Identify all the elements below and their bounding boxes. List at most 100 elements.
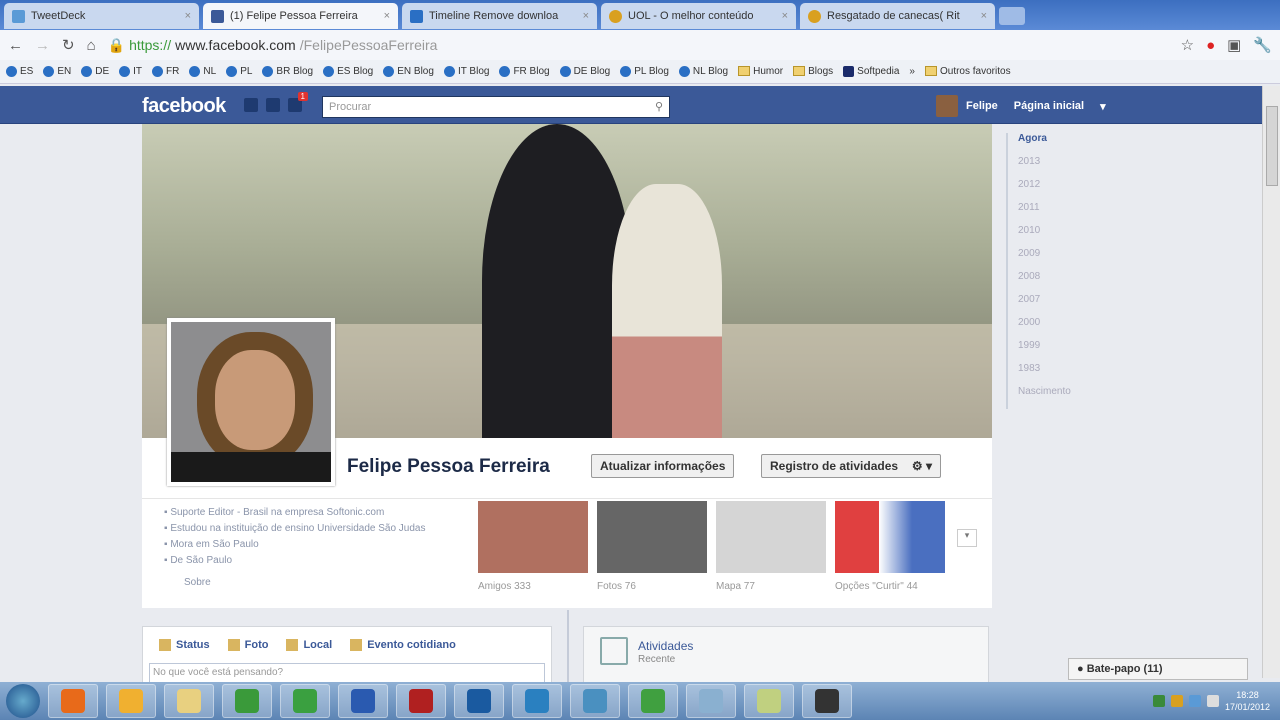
star-icon[interactable]: ☆: [1181, 36, 1194, 54]
bookmark-item[interactable]: FR: [152, 65, 179, 77]
status-input[interactable]: No que você está pensando?: [149, 663, 545, 684]
taskbar-app[interactable]: [396, 684, 446, 718]
composer-tab-place[interactable]: Local: [286, 639, 332, 651]
taskbar-app[interactable]: [512, 684, 562, 718]
bookmark-item[interactable]: EN: [43, 65, 71, 77]
taskbar-app[interactable]: [744, 684, 794, 718]
bookmarks-overflow[interactable]: »: [909, 66, 915, 77]
taskbar-app[interactable]: [338, 684, 388, 718]
home-link[interactable]: Página inicial: [1014, 100, 1084, 112]
composer-tab-photo[interactable]: Foto: [228, 639, 269, 651]
taskbar-app[interactable]: [106, 684, 156, 718]
chat-bar[interactable]: ● Bate-papo (11): [1068, 658, 1248, 680]
activity-log-button[interactable]: Registro de atividades ⚙ ▾: [761, 454, 942, 478]
bookmark-folder[interactable]: Humor: [738, 66, 783, 77]
messages-icon[interactable]: [266, 98, 280, 112]
timeline-year[interactable]: 2012: [1018, 179, 1071, 202]
likes-thumb[interactable]: [835, 501, 945, 573]
other-bookmarks[interactable]: Outros favoritos: [924, 66, 1011, 77]
bookmark-item[interactable]: ES Blog: [323, 65, 373, 77]
bookmark-item[interactable]: IT: [119, 65, 142, 77]
tab-uol[interactable]: UOL - O melhor conteúdo ×: [601, 3, 796, 29]
timeline-year[interactable]: 2007: [1018, 294, 1071, 317]
taskbar-app[interactable]: [222, 684, 272, 718]
taskbar-app[interactable]: [164, 684, 214, 718]
map-thumb[interactable]: [716, 501, 826, 573]
bookmark-item[interactable]: ES: [6, 65, 33, 77]
scrollbar-thumb[interactable]: [1266, 106, 1278, 186]
tab-timeline-remove[interactable]: Timeline Remove downloa ×: [402, 3, 597, 29]
close-tab-icon[interactable]: ×: [185, 10, 191, 22]
taskbar-app[interactable]: [686, 684, 736, 718]
extension-icon[interactable]: ▣: [1227, 36, 1241, 54]
close-tab-icon[interactable]: ×: [384, 10, 390, 22]
timeline-year[interactable]: 2009: [1018, 248, 1071, 271]
likes-label[interactable]: Opções "Curtir" 44: [835, 581, 918, 592]
account-menu-icon[interactable]: ▾: [1100, 100, 1106, 113]
tray-icon[interactable]: [1188, 695, 1201, 707]
timeline-year[interactable]: 1999: [1018, 340, 1071, 363]
profile-picture[interactable]: [167, 318, 335, 486]
friend-requests-icon[interactable]: [244, 98, 258, 112]
avatar[interactable]: [936, 95, 958, 117]
map-label[interactable]: Mapa 77: [716, 581, 755, 592]
friends-thumb[interactable]: [478, 501, 588, 573]
bookmark-item[interactable]: EN Blog: [383, 65, 434, 77]
taskbar-app[interactable]: [48, 684, 98, 718]
bookmark-item[interactable]: PL Blog: [620, 65, 669, 77]
timeline-year[interactable]: Nascimento: [1018, 386, 1071, 409]
tab-resgatado[interactable]: Resgatado de canecas( Rit ×: [800, 3, 995, 29]
tray-icon[interactable]: [1170, 695, 1183, 707]
timeline-year[interactable]: 2008: [1018, 271, 1071, 294]
friends-label[interactable]: Amigos 333: [478, 581, 531, 592]
timeline-year[interactable]: Agora: [1018, 133, 1071, 156]
taskbar-app[interactable]: [628, 684, 678, 718]
close-tab-icon[interactable]: ×: [782, 10, 788, 22]
close-tab-icon[interactable]: ×: [583, 10, 589, 22]
search-input[interactable]: Procurar ⚲: [322, 96, 670, 118]
bookmark-item[interactable]: DE: [81, 65, 109, 77]
photos-thumb[interactable]: [597, 501, 707, 573]
composer-tab-status[interactable]: Status: [159, 639, 210, 651]
bookmark-item[interactable]: FR Blog: [499, 65, 550, 77]
new-tab-button[interactable]: [999, 7, 1025, 25]
timeline-year[interactable]: 1983: [1018, 363, 1071, 386]
start-button[interactable]: [6, 684, 40, 718]
photos-label[interactable]: Fotos 76: [597, 581, 636, 592]
more-sections-button[interactable]: ▾: [957, 529, 977, 547]
wrench-icon[interactable]: 🔧: [1253, 36, 1272, 54]
bookmark-item[interactable]: DE Blog: [559, 65, 610, 77]
taskbar-app[interactable]: [570, 684, 620, 718]
reload-icon[interactable]: ↻: [62, 36, 75, 54]
address-bar[interactable]: 🔒 https://www.facebook.com/FelipePessoaFe…: [108, 34, 1169, 56]
bookmark-item[interactable]: BR Blog: [262, 65, 313, 77]
bookmark-folder[interactable]: Blogs: [793, 66, 833, 77]
update-info-button[interactable]: Atualizar informações: [591, 454, 735, 478]
search-icon[interactable]: ⚲: [655, 100, 663, 113]
bookmark-softpedia[interactable]: Softpedia: [843, 65, 899, 77]
tab-tweetdeck[interactable]: TweetDeck ×: [4, 3, 199, 29]
home-icon[interactable]: ⌂: [87, 37, 96, 54]
timeline-year[interactable]: 2000: [1018, 317, 1071, 340]
volume-icon[interactable]: [1206, 695, 1219, 707]
scrollbar[interactable]: [1262, 86, 1280, 678]
forward-icon[interactable]: →: [35, 37, 50, 54]
close-tab-icon[interactable]: ×: [981, 10, 987, 22]
opera-extension-icon[interactable]: ●: [1206, 37, 1215, 54]
taskbar-app[interactable]: [802, 684, 852, 718]
taskbar-app[interactable]: [280, 684, 330, 718]
profile-link[interactable]: Felipe: [966, 100, 998, 112]
composer-tab-life-event[interactable]: Evento cotidiano: [350, 639, 456, 651]
bookmark-item[interactable]: NL: [189, 65, 216, 77]
timeline-year[interactable]: 2013: [1018, 156, 1071, 179]
bookmark-item[interactable]: PL: [226, 65, 252, 77]
timeline-year[interactable]: 2011: [1018, 202, 1071, 225]
activity-title[interactable]: Atividades: [638, 639, 693, 653]
taskbar-app[interactable]: [454, 684, 504, 718]
timeline-year[interactable]: 2010: [1018, 225, 1071, 248]
tray-icon[interactable]: [1152, 695, 1165, 707]
tab-facebook[interactable]: (1) Felipe Pessoa Ferreira ×: [203, 3, 398, 29]
bookmark-item[interactable]: NL Blog: [678, 65, 728, 77]
bookmark-item[interactable]: IT Blog: [443, 65, 489, 77]
facebook-logo[interactable]: facebook: [142, 95, 226, 118]
